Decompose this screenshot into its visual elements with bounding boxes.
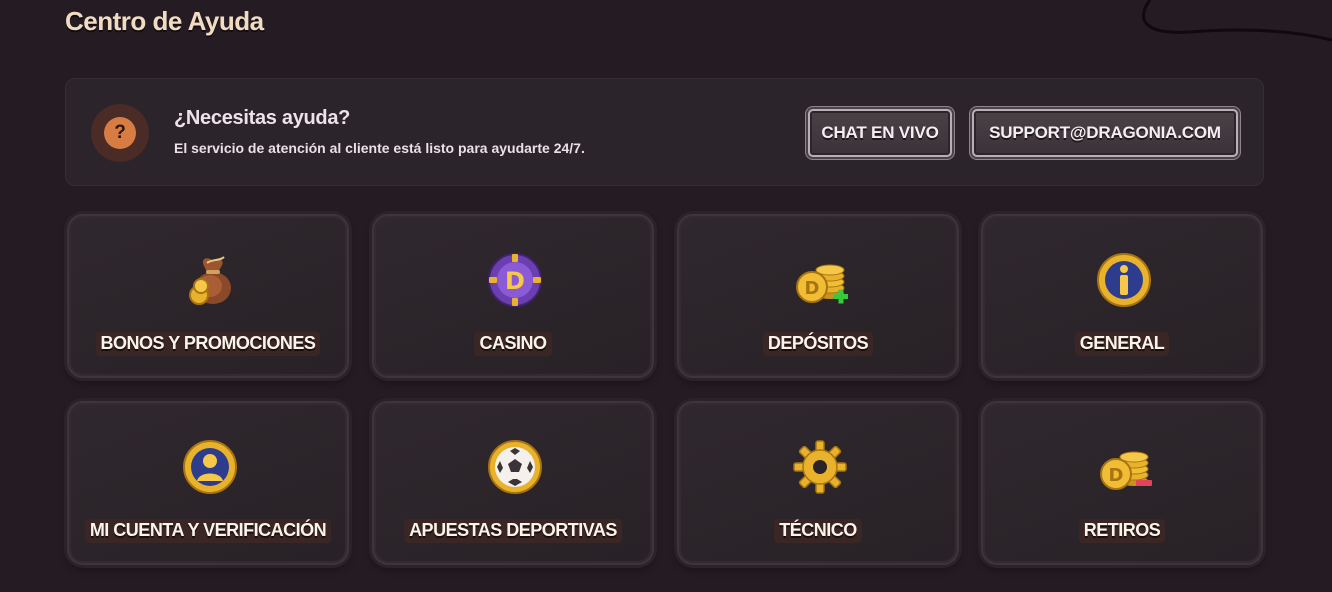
category-label: CASINO [474, 332, 552, 356]
page-title: Centro de Ayuda [65, 6, 264, 36]
coins-plus-icon: D [796, 264, 848, 304]
category-card-general[interactable]: GENERAL [981, 214, 1263, 378]
svg-text:D: D [805, 278, 820, 299]
question-icon: ? [104, 117, 136, 149]
category-label: TÉCNICO [774, 519, 862, 543]
money-bag-icon [189, 256, 231, 305]
casino-chip-icon: D [488, 253, 542, 307]
category-label: GENERAL [1074, 332, 1170, 356]
category-label: DEPÓSITOS [762, 332, 874, 356]
user-coin-icon [183, 440, 237, 494]
svg-text:D: D [1109, 465, 1124, 486]
support-email-button[interactable]: SUPPORT@DRAGONIA.COM [972, 109, 1238, 157]
category-card-sports[interactable]: APUESTAS DEPORTIVAS [372, 401, 654, 565]
coins-minus-icon: D [1100, 451, 1152, 490]
category-card-account[interactable]: MI CUENTA Y VERIFICACIÓN [67, 401, 349, 565]
category-card-withdrawals[interactable]: D RETIROS [981, 401, 1263, 565]
soccer-ball-icon [488, 440, 542, 494]
category-label: MI CUENTA Y VERIFICACIÓN [84, 519, 332, 543]
category-card-bonuses[interactable]: BONOS Y PROMOCIONES [67, 214, 349, 378]
svg-text:D: D [505, 267, 525, 295]
help-icon-wrapper: ? [91, 104, 149, 162]
category-label: RETIROS [1078, 519, 1166, 543]
help-banner: ? ¿Necesitas ayuda? El servicio de atenc… [65, 78, 1264, 186]
help-subtitle: El servicio de atención al cliente está … [174, 140, 585, 156]
category-card-casino[interactable]: D CASINO [372, 214, 654, 378]
gear-icon [793, 440, 847, 494]
category-card-technical[interactable]: TÉCNICO [677, 401, 959, 565]
category-card-deposits[interactable]: D DEPÓSITOS [677, 214, 959, 378]
category-label: BONOS Y PROMOCIONES [95, 332, 321, 356]
help-title: ¿Necesitas ayuda? [174, 107, 351, 129]
info-coin-icon [1097, 253, 1151, 307]
category-label: APUESTAS DEPORTIVAS [404, 519, 622, 543]
live-chat-button[interactable]: CHAT EN VIVO [808, 109, 952, 157]
